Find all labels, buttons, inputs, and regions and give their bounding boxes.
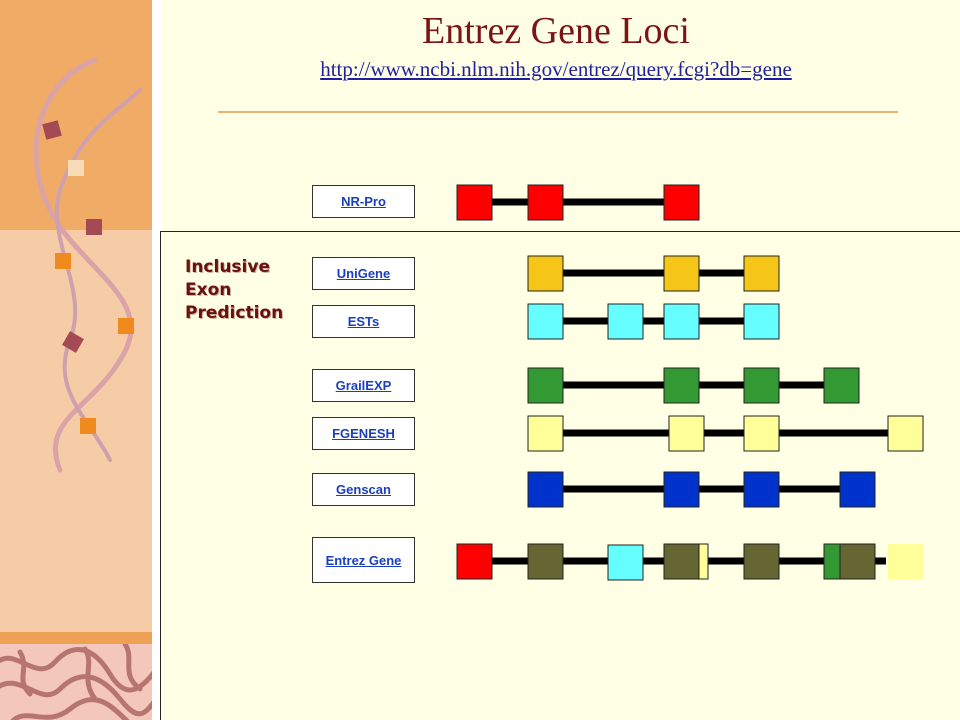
genscan-exon: [663, 471, 700, 508]
est-exon: [743, 303, 780, 340]
genscan-exon: [527, 471, 564, 508]
grailexp-exon: [527, 367, 564, 404]
unigene-exon: [743, 255, 780, 292]
entrez-gene-exon: [743, 543, 780, 580]
grailexp-exon: [743, 367, 780, 404]
nr-pro-exon: [663, 184, 700, 221]
nr-pro-exon: [527, 184, 564, 221]
entrez-gene-exon: [839, 543, 876, 580]
fgenesh-exon: [668, 415, 705, 452]
est-exon: [663, 303, 700, 340]
genscan-exon: [839, 471, 876, 508]
genscan-exon: [743, 471, 780, 508]
entrez-gene-exon: [527, 543, 564, 580]
nr-pro-exon: [456, 184, 493, 221]
entrez-gene-exon-est: [607, 544, 644, 581]
unigene-exon: [663, 255, 700, 292]
est-exon: [607, 303, 644, 340]
unigene-exon: [527, 255, 564, 292]
entrez-gene-exon-fgenesh: [888, 544, 923, 579]
est-exon: [527, 303, 564, 340]
grailexp-exon: [663, 367, 700, 404]
fgenesh-exon: [887, 415, 924, 452]
fgenesh-exon: [743, 415, 780, 452]
entrez-gene-exon-nr-pro: [456, 543, 493, 580]
grailexp-exon: [823, 367, 860, 404]
gene-model-tracks: [456, 184, 924, 581]
entrez-gene-exon: [663, 543, 700, 580]
fgenesh-exon: [527, 415, 564, 452]
